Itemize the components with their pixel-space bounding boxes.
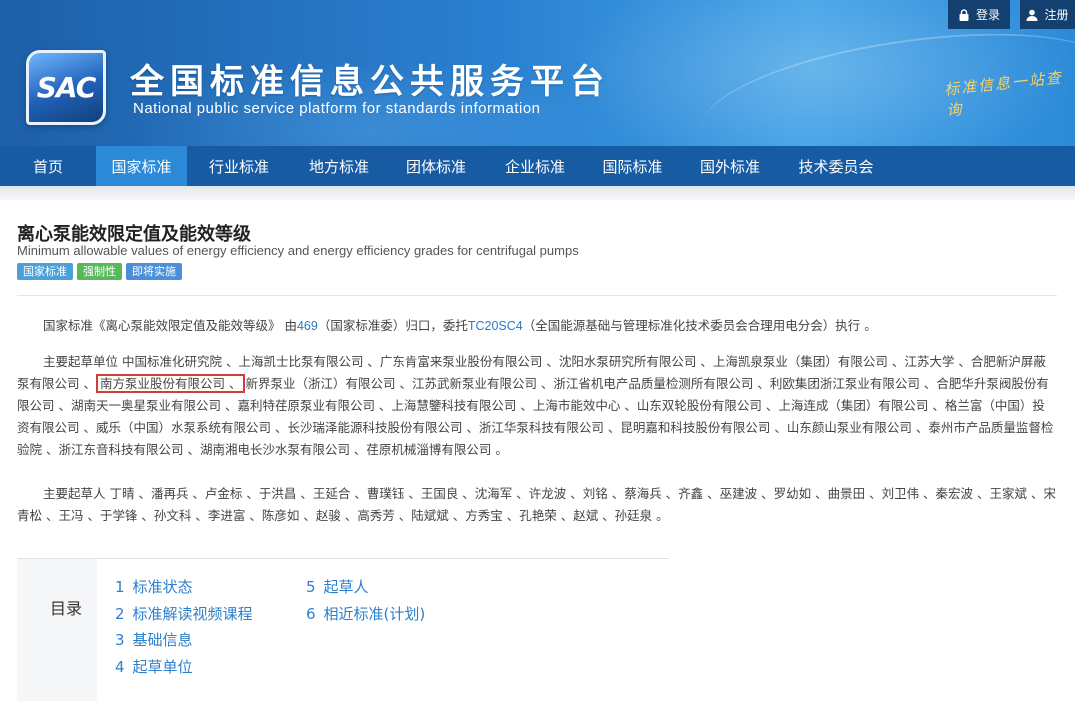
tc-number-link[interactable]: 469 [297,319,318,333]
drafting-units-paragraph: 主要起草单位 中国标准化研究院 、上海凯士比泵有限公司 、广东肯富来泵业股份有限… [17,351,1057,461]
nav-item-enterprise-standards[interactable]: 企业标准 [485,146,585,186]
main-nav: 首页 国家标准 行业标准 地方标准 团体标准 企业标准 国际标准 国外标准 技术… [0,146,1075,186]
site-subtitle: National public service platform for sta… [133,100,541,117]
toc-item-similar-standards[interactable]: 6 相近标准(计划) [306,604,425,625]
table-of-contents: 目录 1 标准状态 2 标准解读视频课程 3 基础信息 4 起草单位 5 起草人 6 相近标… [17,558,669,701]
toc-item-status[interactable]: 1 标准状态 [115,577,253,598]
login-button[interactable]: 登录 [948,0,1010,29]
toc-column-2: 5 起草人 6 相近标准(计划) [306,577,425,624]
toc-item-basic-info[interactable]: 3 基础信息 [115,630,253,651]
para1-middle: （国家标准委）归口，委托 [317,318,468,333]
user-icon [1026,9,1038,21]
login-label: 登录 [975,8,1000,22]
nav-item-local-standards[interactable]: 地方标准 [291,146,387,186]
divider [17,295,1057,296]
nav-item-group-standards[interactable]: 团体标准 [387,146,485,186]
nav-item-technical-committees[interactable]: 技术委员会 [780,146,892,186]
sac-logo[interactable]: SAC [26,50,106,125]
drafters-paragraph: 主要起草人 丁晴 、潘再兵 、卢金标 、于洪昌 、王延合 、曹璞钰 、王国良 、… [17,486,1056,523]
standard-tags: 国家标准 强制性 即将实施 [17,263,182,280]
toc-label: 目录 [50,599,83,618]
toc-label-area: 目录 [17,559,97,701]
tag-mandatory: 强制性 [77,263,122,280]
nav-shadow [0,186,1075,200]
toc-item-video-course[interactable]: 2 标准解读视频课程 [115,604,253,625]
para1-suffix: （全国能源基础与管理标准化技术委员会合理用电分会）执行 。 [522,318,877,333]
register-label: 注册 [1044,8,1069,22]
highlighted-company: 南方泵业股份有限公司 、 [95,374,246,393]
nav-item-foreign-standards[interactable]: 国外标准 [680,146,780,186]
toc-item-drafters[interactable]: 5 起草人 [306,577,425,598]
para1-prefix: 国家标准《离心泵能效限定值及能效等级》 由 [43,318,297,333]
nav-item-international-standards[interactable]: 国际标准 [585,146,680,186]
nav-item-home[interactable]: 首页 [0,146,96,186]
standard-title-en: Minimum allowable values of energy effic… [17,243,579,258]
tag-upcoming: 即将实施 [126,263,182,280]
nav-item-industry-standards[interactable]: 行业标准 [187,146,291,186]
tc-code-link[interactable]: TC20SC4 [468,319,523,333]
logo-text: SAC [36,71,97,104]
nav-item-national-standards[interactable]: 国家标准 [96,146,187,186]
toc-item-drafting-units[interactable]: 4 起草单位 [115,657,253,678]
tag-national-standard: 国家标准 [17,263,73,280]
management-paragraph: 国家标准《离心泵能效限定值及能效等级》 由469（国家标准委）归口，委托TC20… [17,315,1057,337]
lock-icon [959,8,969,21]
site-header: SAC 全国标准信息公共服务平台 National public service… [0,0,1075,146]
site-title: 全国标准信息公共服务平台 [130,62,610,102]
register-button[interactable]: 注册 [1020,0,1075,29]
toc-column-1: 1 标准状态 2 标准解读视频课程 3 基础信息 4 起草单位 [115,577,253,677]
